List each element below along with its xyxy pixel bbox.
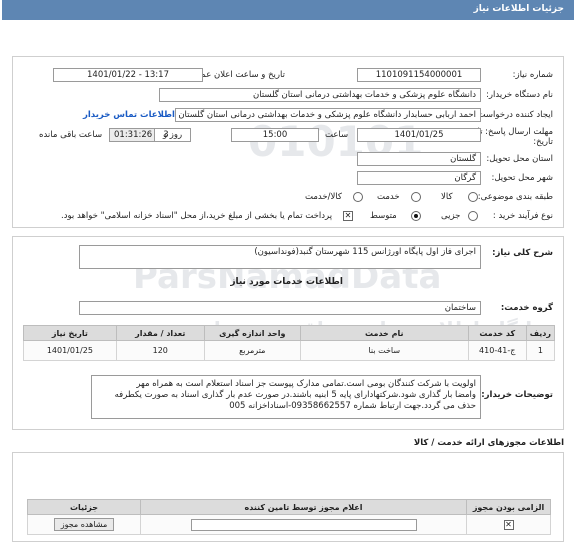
table-row: ✕ مشاهده مجوز [27, 514, 551, 535]
required-checkbox[interactable]: ✕ [503, 519, 514, 530]
city-label: شهر محل تحویل: [491, 173, 553, 183]
deadline-time-label: ساعت [325, 130, 349, 140]
deadline-time-field: 15:00 [231, 128, 319, 142]
category-service-radio[interactable] [411, 192, 421, 202]
process-medium-label: متوسط [370, 211, 397, 221]
permits-title: اطلاعات مجوزهای ارائه خدمت / کالا [413, 438, 564, 448]
row-index: 1 [525, 340, 556, 361]
supplier-permit-input[interactable] [190, 518, 417, 531]
supplier-permit-cell [140, 514, 467, 535]
col-supplier-permit: اعلام مجوز توسط تامین کننده [140, 499, 467, 515]
group-label: گروه خدمت: [500, 303, 553, 313]
row-code: ج-41-410 [467, 340, 527, 361]
process-label: نوع فرآیند خرید : [492, 211, 553, 221]
creator-field: احمد اربابی حسابدار دانشگاه علوم پزشکی و… [175, 108, 481, 122]
process-minor-label: جزیی [441, 211, 461, 221]
permits-table: الزامی بودن مجوز اعلام مجوز توسط تامین ک… [27, 499, 551, 535]
deadline-date-field: 1401/01/25 [357, 128, 481, 142]
services-table: ردیف کد خدمت نام خدمت واحد اندازه گیری ت… [23, 325, 556, 361]
col-code: کد خدمت [467, 325, 527, 341]
col-details: جزئیات [27, 499, 141, 515]
col-required: الزامی بودن مجوز [466, 499, 551, 515]
desc-line-1: اولویت با شرکت کنندگان بومی است.تمامی مد… [136, 379, 476, 389]
need-panel: ParsNamadData پایگاه اطلاع رسانی مناقصه … [12, 236, 564, 430]
province-label: استان محل تحویل: [486, 154, 553, 164]
city-field: گرگان [357, 171, 481, 185]
summary-field: اجرای فاز اول پایگاه اورژانس 115 شهرستان… [79, 245, 481, 269]
remaining-label: ساعت باقی مانده [39, 130, 103, 140]
info-panel: 010101 شماره نیاز: 1101091154000001 تاری… [12, 56, 564, 228]
deadline-label-2: تاریخ: [533, 137, 553, 147]
category-both-radio[interactable] [353, 192, 363, 202]
payment-note: پرداخت تمام یا بخشی از مبلغ خرید،از محل … [61, 211, 333, 221]
category-service-label: خدمت [377, 192, 400, 202]
process-minor-radio[interactable] [468, 211, 478, 221]
summary-label: شرح کلی نیاز: [492, 248, 553, 258]
category-goods-radio[interactable] [468, 192, 478, 202]
deadline-label: مهلت ارسال پاسخ: تا [477, 127, 553, 137]
category-both-label: کالا/خدمت [305, 192, 342, 202]
table-row: 1 ج-41-410 ساخت بنا مترمربع 120 1401/01/… [23, 340, 556, 361]
services-table-header: ردیف کد خدمت نام خدمت واحد اندازه گیری ت… [23, 325, 556, 341]
buyer-field: دانشگاه علوم پزشکی و خدمات بهداشتی درمان… [159, 88, 481, 102]
buyer-contact-link[interactable]: اطلاعات تماس خریدار [83, 110, 175, 120]
permits-table-header: الزامی بودن مجوز اعلام مجوز توسط تامین ک… [27, 499, 551, 515]
services-title: اطلاعات خدمات مورد نیاز [230, 277, 343, 287]
days-label: روز و [163, 130, 183, 140]
col-qty: تعداد / مقدار [115, 325, 205, 341]
desc-box: اولویت با شرکت کنندگان بومی است.تمامی مد… [91, 375, 481, 419]
creator-label: ایجاد کننده درخواست: [474, 110, 553, 120]
need-number-field: 1101091154000001 [357, 68, 481, 82]
category-label: طبقه بندی موضوعی: [477, 192, 553, 202]
category-goods-label: کالا [441, 192, 453, 202]
process-medium-radio[interactable] [411, 211, 421, 221]
col-date: تاریخ نیاز [23, 325, 117, 341]
payment-checkbox[interactable]: ✕ [343, 211, 353, 221]
permits-panel: الزامی بودن مجوز اعلام مجوز توسط تامین ک… [12, 452, 564, 542]
desc-line-2: وامضا بار گذاری شود.شرکتهادارای پایه 5 ا… [114, 390, 476, 400]
row-unit: مترمربع [203, 340, 301, 361]
col-unit: واحد اندازه گیری [203, 325, 301, 341]
province-field: گلستان [357, 152, 481, 166]
page-title: جزئیات اطلاعات نیاز [473, 4, 564, 14]
row-date: 1401/01/25 [23, 340, 117, 361]
page-header: جزئیات اطلاعات نیاز [2, 0, 574, 20]
required-cell: ✕ [466, 514, 551, 535]
row-name: ساخت بنا [299, 340, 469, 361]
col-name: نام خدمت [299, 325, 469, 341]
desc-label: توضیحات خریدار: [481, 390, 553, 400]
announce-field: 1401/01/22 - 13:17 [53, 68, 203, 82]
col-index: ردیف [525, 325, 556, 341]
row-qty: 120 [115, 340, 205, 361]
remaining-time-field: 01:31:26 [109, 128, 155, 142]
details-cell: مشاهده مجوز [27, 514, 141, 535]
desc-line-3: حذف می گردد.جهت ارتباط شماره 09358662557… [229, 401, 476, 411]
buyer-label: نام دستگاه خریدار: [486, 90, 553, 100]
group-field: ساختمان [79, 301, 481, 315]
need-number-label: شماره نیاز: [512, 70, 553, 80]
view-permit-button[interactable]: مشاهده مجوز [53, 518, 115, 531]
